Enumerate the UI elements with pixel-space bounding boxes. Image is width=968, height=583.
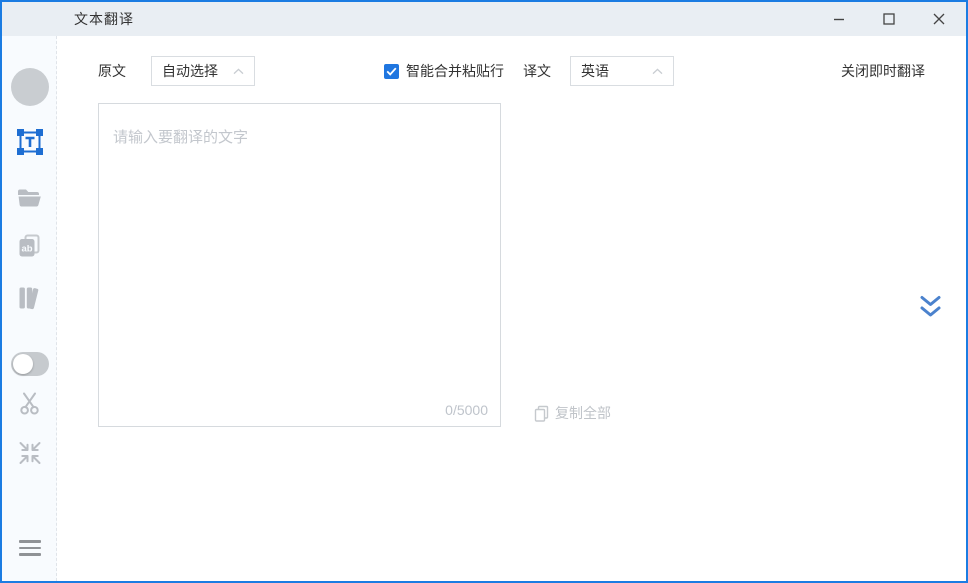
double-chevron-down-icon [918, 293, 943, 321]
source-label: 原文 [98, 56, 126, 86]
wordbook-ab-icon: ab [17, 233, 42, 259]
close-button[interactable] [914, 2, 964, 36]
source-language-value: 自动选择 [162, 61, 233, 81]
close-icon [933, 13, 945, 25]
books-icon [16, 285, 44, 311]
checked-checkbox-icon[interactable] [384, 64, 399, 79]
copy-all-label: 复制全部 [555, 403, 611, 423]
maximize-icon [883, 13, 895, 25]
sidebar-item-library[interactable] [2, 285, 57, 311]
target-language-select[interactable]: 英语 [570, 56, 674, 86]
source-text-input[interactable] [99, 104, 500, 390]
char-counter: 0/5000 [445, 402, 488, 418]
toggle-off-icon [11, 352, 49, 376]
check-icon [386, 67, 397, 76]
sidebar-item-document-translate[interactable] [2, 186, 57, 209]
sidebar-item-avatar[interactable] [2, 68, 57, 106]
expand-button[interactable] [915, 291, 945, 323]
chevron-up-icon [233, 68, 244, 75]
svg-text:ab: ab [21, 244, 32, 255]
source-language-select[interactable]: 自动选择 [151, 56, 255, 86]
chevron-up-icon [652, 68, 663, 75]
titlebar: 文本翻译 [2, 2, 966, 36]
sidebar-item-toggle[interactable] [2, 352, 57, 376]
toggle-knob [13, 354, 33, 374]
toolbar: 原文 自动选择 智能合并粘贴行 译文 英语 关闭即时翻译 [57, 56, 966, 86]
sidebar-item-collapse[interactable] [2, 438, 57, 468]
instant-translate-toggle[interactable]: 关闭即时翻译 [841, 56, 925, 86]
sidebar-item-menu[interactable] [2, 538, 57, 556]
collapse-arrows-icon [16, 438, 44, 468]
minimize-button[interactable] [814, 2, 864, 36]
window-title: 文本翻译 [74, 9, 134, 29]
hamburger-menu-icon [19, 538, 41, 556]
sidebar-item-wordbook[interactable]: ab [2, 233, 57, 259]
sidebar-item-screenshot-cut[interactable] [2, 390, 57, 417]
target-label: 译文 [523, 56, 551, 86]
window-controls [814, 2, 964, 36]
smart-merge-label: 智能合并粘贴行 [406, 61, 504, 81]
scissors-icon [16, 390, 43, 417]
avatar [11, 68, 49, 106]
target-language-value: 英语 [581, 61, 652, 81]
sidebar: ab [2, 36, 57, 581]
smart-merge-checkbox-group[interactable]: 智能合并粘贴行 [384, 56, 504, 86]
source-text-panel: 0/5000 [98, 103, 501, 427]
minimize-icon [833, 13, 845, 25]
maximize-button[interactable] [864, 2, 914, 36]
folder-icon [16, 186, 43, 209]
sidebar-item-text-translate[interactable] [2, 128, 57, 156]
app-window: 文本翻译 [0, 0, 968, 583]
text-selection-t-icon [16, 128, 44, 156]
copy-all-button[interactable]: 复制全部 [534, 403, 611, 423]
main-content: 原文 自动选择 智能合并粘贴行 译文 英语 关闭即时翻译 [57, 36, 966, 581]
copy-icon [534, 405, 549, 422]
